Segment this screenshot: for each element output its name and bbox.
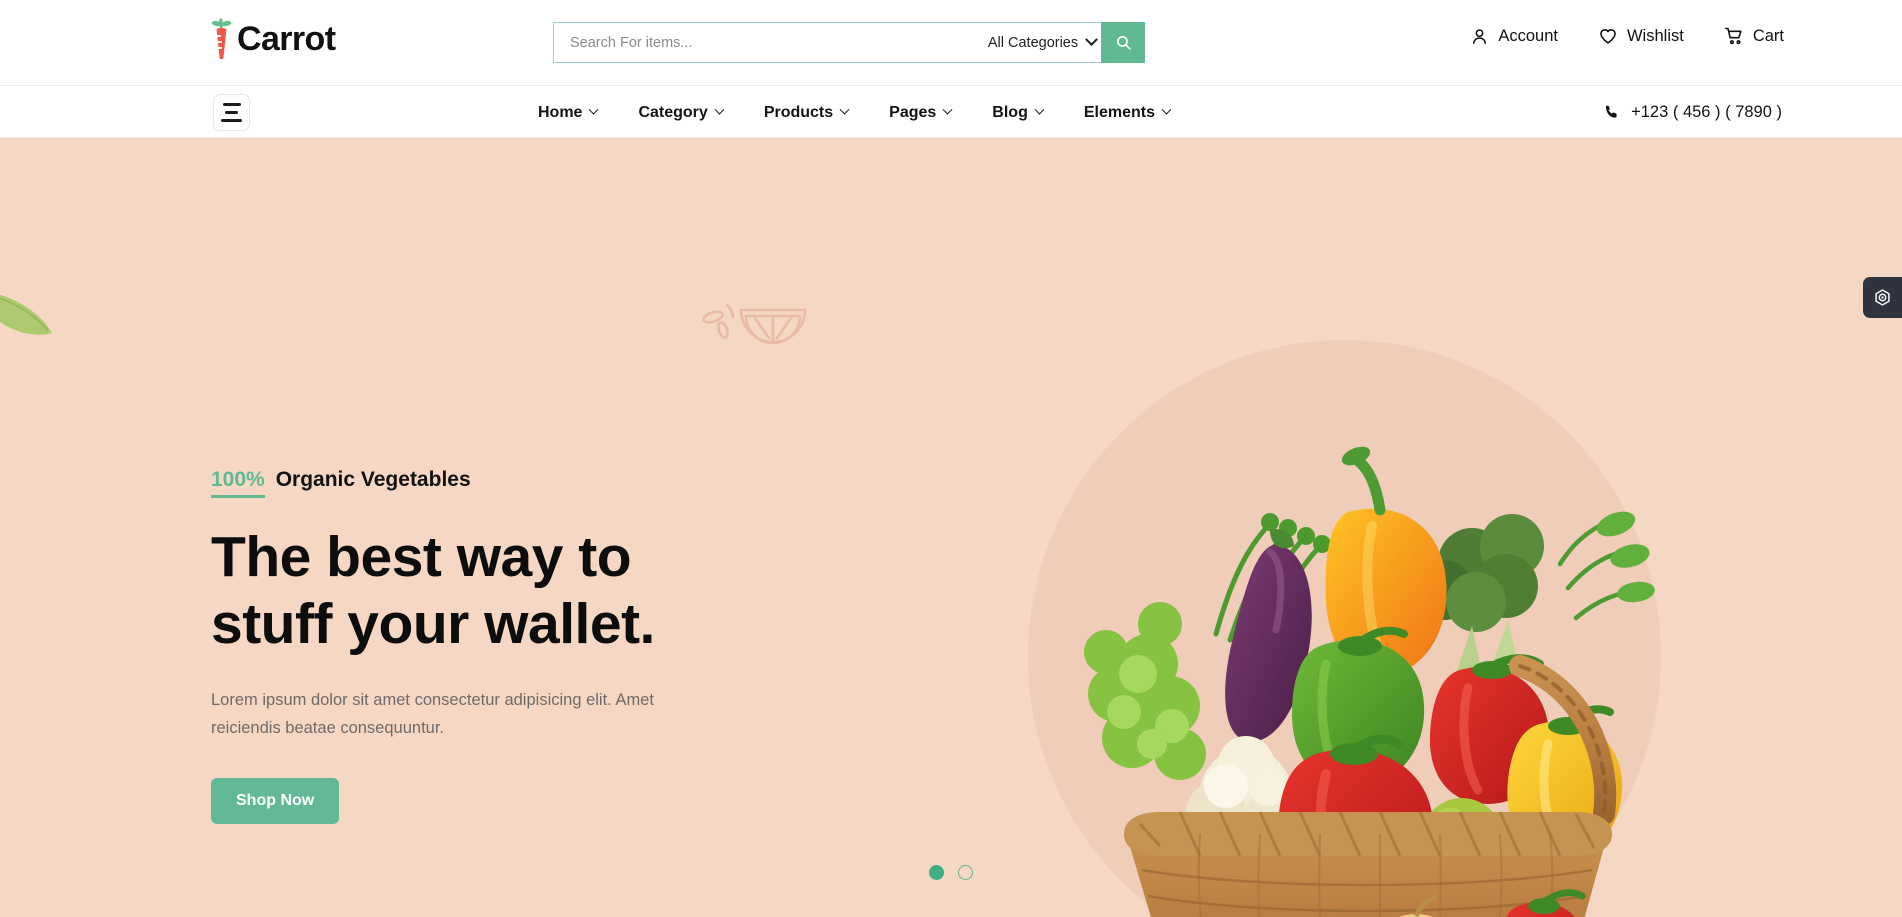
main-navbar: Home Category Products Pages Blog Elemen… (0, 85, 1902, 138)
chevron-down-icon (1034, 104, 1045, 115)
phone-link[interactable]: +123 ( 456 ) ( 7890 ) (1603, 86, 1782, 139)
nav-item-blog[interactable]: Blog (992, 103, 1045, 122)
nav-item-home[interactable]: Home (538, 103, 599, 122)
hero-eyebrow-percent: 100% (211, 468, 265, 499)
hero-title: The best way to stuff your wallet. (211, 524, 831, 657)
hero-section: 100% Organic Vegetables The best way to … (0, 138, 1902, 917)
chevron-down-icon (714, 104, 725, 115)
nav-item-label: Products (763, 103, 834, 121)
nav-item-products[interactable]: Products (763, 103, 850, 122)
hero-eyebrow-text: Organic Vegetables (275, 468, 471, 491)
carrot-icon (211, 17, 233, 60)
shop-now-button[interactable]: Shop Now (211, 778, 340, 825)
phone-number: +123 ( 456 ) ( 7890 ) (1631, 103, 1782, 121)
vegetable-basket-image (1084, 446, 1655, 917)
hero-subtitle: Lorem ipsum dolor sit amet consectetur a… (211, 690, 654, 737)
nav-item-category[interactable]: Category (638, 103, 725, 122)
search-bar: All Categories (553, 22, 1145, 63)
categories-dropdown[interactable]: All Categories (983, 22, 1101, 63)
hero-eyebrow: 100% Organic Vegetables (211, 468, 831, 499)
settings-gear-icon (1875, 289, 1890, 306)
search-submit-button[interactable] (1101, 22, 1145, 63)
user-icon (1473, 28, 1487, 44)
cart-icon (1724, 27, 1742, 45)
brand-logo-link[interactable]: Carrot (211, 17, 336, 60)
cart-button[interactable]: Cart (1724, 26, 1784, 46)
search-icon (1116, 36, 1131, 50)
wishlist-button[interactable]: Wishlist (1598, 26, 1684, 46)
carousel-dot-1[interactable] (929, 865, 944, 880)
hamburger-menu-icon[interactable] (213, 94, 250, 131)
nav-item-label: Pages (889, 103, 937, 121)
nav-links: Home Category Products Pages Blog Elemen… (538, 86, 1172, 139)
categories-dropdown-label: All Categories (987, 34, 1079, 51)
leaf-icon (0, 294, 52, 335)
wishlist-label: Wishlist (1626, 26, 1684, 45)
account-label: Account (1498, 26, 1558, 45)
search-input[interactable] (553, 22, 983, 63)
citrus-slice-icon (702, 303, 807, 345)
chevron-down-icon (589, 104, 599, 115)
heart-icon (1600, 29, 1616, 44)
carousel-dot-2[interactable] (958, 865, 973, 880)
nav-item-label: Blog (992, 103, 1028, 121)
nav-item-label: Category (638, 103, 708, 121)
hero-title-line1: The best way to (211, 525, 632, 590)
chevron-down-icon (942, 104, 953, 115)
hero-text-block: 100% Organic Vegetables The best way to … (211, 468, 831, 825)
top-header: Carrot All Categories Account (0, 0, 1902, 85)
hero-title-line2: stuff your wallet. (211, 591, 655, 656)
nav-item-label: Elements (1083, 103, 1155, 121)
settings-panel-button[interactable] (1863, 277, 1902, 318)
carousel-dots (0, 865, 1902, 880)
phone-icon (1606, 105, 1617, 118)
nav-item-label: Home (538, 103, 583, 121)
brand-name: Carrot (237, 20, 336, 58)
page-root: Carrot All Categories Account (0, 0, 1902, 917)
nav-item-elements[interactable]: Elements (1083, 103, 1172, 122)
nav-item-pages[interactable]: Pages (889, 103, 953, 122)
chevron-down-icon (839, 104, 850, 115)
header-actions: Account Wishlist Cart (1470, 26, 1784, 46)
chevron-down-icon (1161, 104, 1172, 115)
cart-label: Cart (1752, 26, 1784, 45)
chevron-down-icon (1085, 33, 1098, 47)
account-button[interactable]: Account (1470, 27, 1558, 46)
